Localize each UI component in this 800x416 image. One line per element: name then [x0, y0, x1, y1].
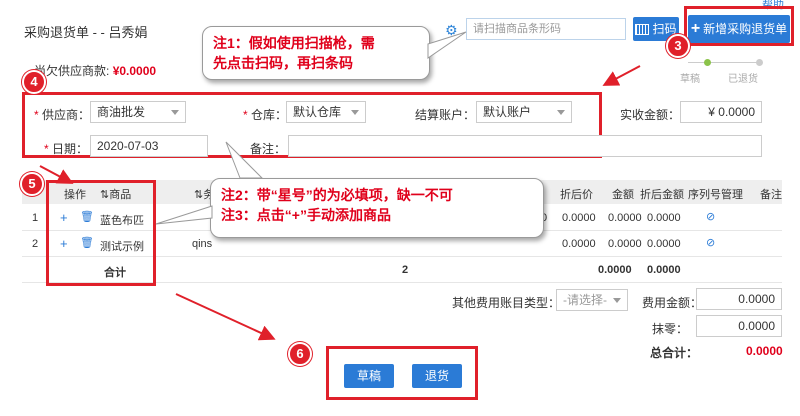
- callout-2-left-tail: [155, 205, 213, 225]
- callout-2-tail: [225, 141, 264, 179]
- arrow-to-operation: [39, 165, 74, 184]
- arrow-to-buttons: [175, 293, 276, 341]
- callout-1-tail: [427, 31, 467, 59]
- arrow-to-form: [602, 65, 641, 86]
- annotation-arrows: [39, 31, 641, 341]
